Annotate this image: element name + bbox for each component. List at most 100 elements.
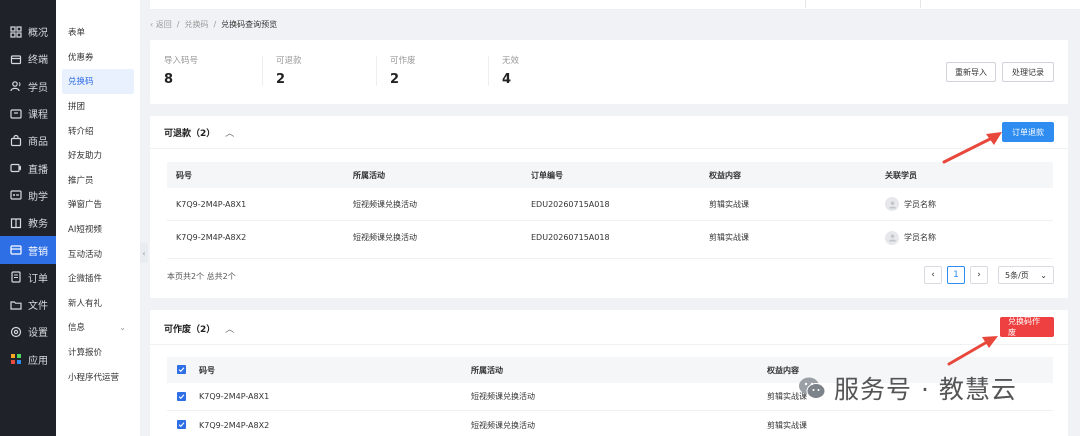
- submenu-item[interactable]: 信息 ⌄: [56, 315, 140, 340]
- live-icon: [10, 162, 22, 174]
- void-code-button[interactable]: 兑换码作废: [1000, 317, 1054, 337]
- table-row: K7Q9-2M4P-A8X1 短视频课兑换活动 EDU20260715A018 …: [167, 188, 1053, 221]
- refundable-header[interactable]: 可退款（2） ︿: [164, 126, 234, 139]
- process-records-button[interactable]: 处理记录: [1002, 62, 1054, 82]
- student-name: 学员名称: [904, 233, 936, 242]
- select-all-checkbox[interactable]: [177, 365, 186, 375]
- page-size-value: 5条/页: [1005, 270, 1029, 280]
- code-cell: K7Q9-2M4P-A8X2: [176, 233, 247, 242]
- benefit-cell: 剪辑实战课: [767, 420, 807, 430]
- submenu-item[interactable]: 企微插件: [56, 266, 140, 291]
- nav-item-label: 教务: [28, 219, 48, 231]
- stat-divider: [488, 56, 489, 86]
- benefit-cell: 剪辑实战课: [709, 199, 749, 209]
- submenu-item[interactable]: 优惠券: [56, 45, 140, 70]
- student-name: 学员名称: [904, 199, 936, 209]
- nav-item[interactable]: 终端: [0, 45, 56, 72]
- breadcrumb-redeem-code[interactable]: 兑换码: [184, 19, 208, 30]
- stat-label: 可退款: [276, 56, 302, 66]
- submenu-item[interactable]: 拼团: [56, 94, 140, 119]
- submenu-item[interactable]: 好友助力: [56, 143, 140, 168]
- submenu-item[interactable]: 表单: [56, 20, 140, 45]
- nav-item[interactable]: 教务: [0, 209, 56, 236]
- submenu-item[interactable]: 兑换码: [62, 69, 134, 94]
- submenu-item[interactable]: 转介绍: [56, 118, 140, 143]
- nav-item-label: 订单: [28, 273, 48, 285]
- submenu-item-label: 转介绍: [68, 126, 94, 137]
- submenu-item-label: 弹窗广告: [68, 200, 103, 211]
- chevron-down-icon: ⌄: [1040, 270, 1047, 280]
- next-page-button[interactable]: ›: [970, 266, 988, 284]
- submenu-item[interactable]: 推广员: [56, 168, 140, 193]
- marketing-icon: [10, 244, 22, 256]
- stat-label: 可作废: [390, 56, 416, 66]
- submenu-item-label: 好友助力: [68, 151, 103, 162]
- nav-item[interactable]: 设置: [0, 318, 56, 345]
- submenu-item[interactable]: AI短视频: [56, 217, 140, 242]
- nav-item[interactable]: 助学: [0, 182, 56, 209]
- submenu-item-label: 信息: [68, 323, 86, 334]
- stat-value: 2: [276, 72, 286, 87]
- top-header-strip: [150, 0, 1080, 10]
- prev-page-button[interactable]: ‹: [924, 266, 942, 284]
- submenu-item[interactable]: 弹窗广告: [56, 192, 140, 217]
- stat-invalid: 无效 4: [502, 54, 519, 87]
- avatar: [885, 230, 899, 245]
- users-icon: [10, 80, 22, 92]
- nav-item[interactable]: 文件: [0, 291, 56, 318]
- stat-value: 4: [502, 72, 512, 87]
- stat-divider: [262, 56, 263, 86]
- submenu-item[interactable]: 新人有礼: [56, 291, 140, 316]
- refundable-table: 码号 所属活动 订单编号 权益内容 关联学员 K7Q9-2M4P-A8X1 短视…: [167, 162, 1053, 254]
- breadcrumb-separator: /: [176, 19, 180, 29]
- collapse-chevron-icon[interactable]: ︿: [225, 322, 234, 335]
- stats-card: 导入码号 8 可退款 2 可作废 2 无效 4 重新导入 处理记录: [150, 40, 1068, 104]
- page-1-button[interactable]: 1: [947, 266, 965, 284]
- column-header: 码号: [199, 365, 215, 375]
- page-size-select[interactable]: 5条/页 ⌄: [998, 266, 1054, 284]
- nav-item[interactable]: 订单: [0, 264, 56, 291]
- avatar: [885, 197, 899, 211]
- nav-item[interactable]: 学员: [0, 73, 56, 100]
- activity-cell: 短视频课兑换活动: [471, 392, 535, 401]
- submenu-item[interactable]: 互动活动: [56, 241, 140, 266]
- collapse-submenu-toggle[interactable]: ‹: [140, 243, 148, 263]
- chevron-down-icon: ⌄: [119, 322, 126, 332]
- main-nav: 概况终端学员 课程 商品 直播助学教务营销订单文件 设置 应用: [0, 0, 56, 436]
- column-header: 所属活动: [353, 170, 385, 180]
- nav-item[interactable]: 应用: [0, 346, 56, 373]
- column-header: 所属活动: [471, 365, 503, 375]
- nav-item[interactable]: 商品: [0, 127, 56, 154]
- nav-item[interactable]: 营销: [0, 236, 56, 264]
- submenu-item[interactable]: 计算报价: [56, 340, 140, 365]
- activity-cell: 短视频课兑换活动: [471, 420, 535, 430]
- submenu-item-label: 小程序代运营: [68, 372, 120, 383]
- order-icon: [10, 271, 22, 283]
- back-link[interactable]: ‹ 返回: [150, 19, 172, 30]
- submenu-item-label: 优惠券: [68, 52, 94, 63]
- submenu-item-label: 新人有礼: [68, 298, 103, 309]
- submenu-item-label: 推广员: [68, 175, 94, 186]
- order-no-cell: EDU20260715A018: [531, 233, 610, 242]
- row-checkbox[interactable]: [177, 392, 186, 402]
- nav-item[interactable]: 课程: [0, 100, 56, 127]
- nav-item-label: 终端: [28, 55, 48, 67]
- submenu-item-label: AI短视频: [68, 225, 102, 236]
- table-row: K7Q9-2M4P-A8X2 短视频课兑换活动 剪辑实战课: [167, 411, 1053, 436]
- submenu-item[interactable]: 小程序代运营: [56, 364, 140, 389]
- collapse-chevron-icon[interactable]: ︿: [225, 126, 234, 139]
- voidable-header[interactable]: 可作废（2） ︿: [164, 322, 234, 335]
- nav-item-label: 助学: [28, 191, 48, 203]
- reimport-button[interactable]: 重新导入: [946, 62, 996, 82]
- row-checkbox[interactable]: [177, 420, 186, 430]
- submenu-item-label: 表单: [68, 28, 86, 39]
- nav-item[interactable]: 直播: [0, 154, 56, 181]
- annotation-arrow-icon: [947, 336, 998, 366]
- annotation-arrow-icon: [942, 132, 1002, 164]
- table-row: K7Q9-2M4P-A8X2 短视频课兑换活动 EDU20260715A018 …: [167, 221, 1053, 254]
- watermark-text: 服务号 · 教慧云: [834, 375, 1017, 404]
- column-header: 权益内容: [767, 365, 799, 375]
- stat-value: 8: [164, 72, 174, 87]
- watermark: 服务号 · 教慧云: [798, 370, 1017, 406]
- nav-item[interactable]: 概况: [0, 18, 56, 45]
